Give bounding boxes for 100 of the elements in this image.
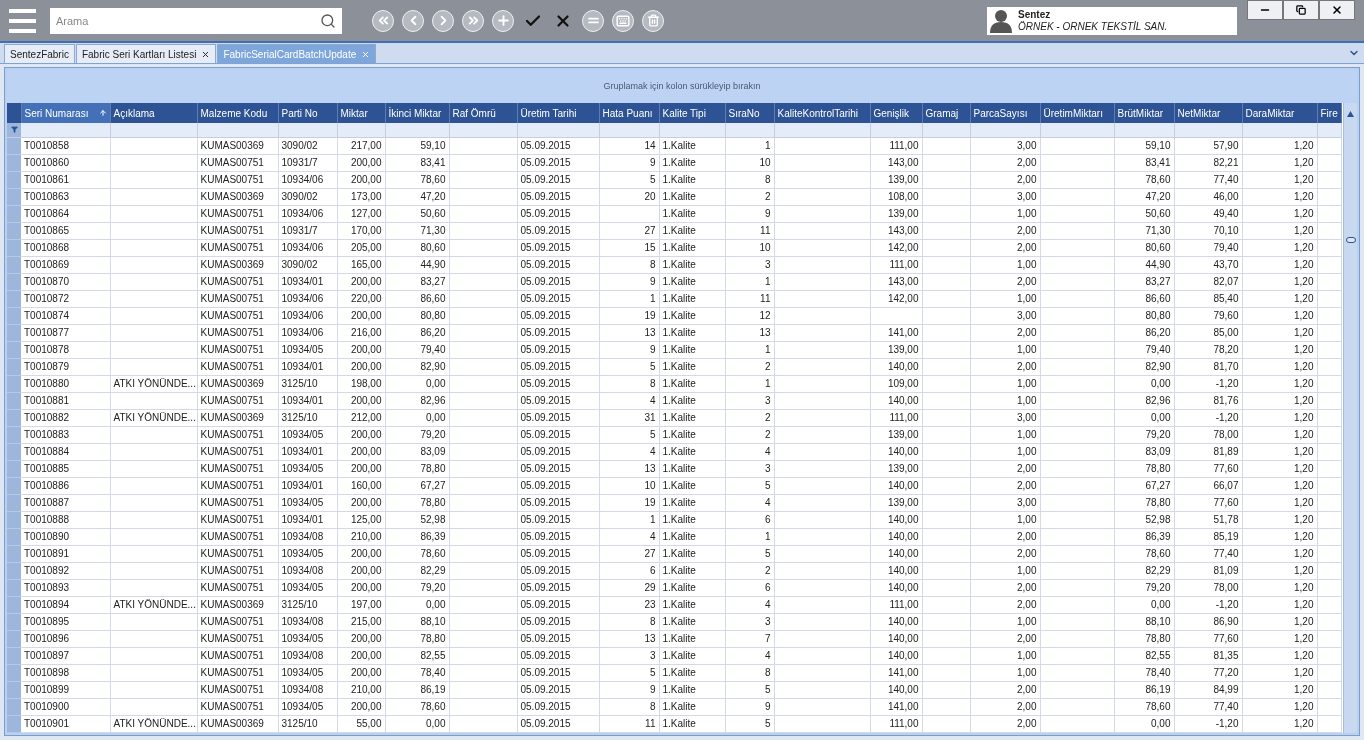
column-header[interactable]: SıraNo — [725, 103, 774, 123]
table-cell: 50,60 — [1145, 208, 1171, 219]
column-header[interactable]: BrütMiktar — [1114, 103, 1174, 123]
table-cell: 140,00 — [887, 531, 919, 542]
table-cell: 9 — [649, 684, 656, 695]
table-cell: 79,60 — [1213, 310, 1239, 321]
column-header[interactable]: Raf Ömrü — [449, 103, 517, 123]
user-silhouette-icon — [990, 8, 1012, 33]
table-cell: 3 — [764, 463, 771, 474]
column-header[interactable]: Miktar — [337, 103, 385, 123]
table-cell: KUMAS00751 — [200, 531, 264, 542]
vertical-scrollbar[interactable] — [1343, 103, 1357, 733]
search-field[interactable]: Arama — [50, 7, 342, 34]
table-cell: 19 — [644, 497, 656, 508]
column-header[interactable]: Kalite Tipi — [659, 103, 725, 123]
table-cell: 2,00 — [1017, 599, 1037, 610]
tab[interactable]: Fabric Seri Kartları Listesi — [75, 44, 217, 63]
table-cell: 27 — [644, 225, 656, 236]
table-cell: 1,20 — [1294, 446, 1314, 457]
table-cell: 05.09.2015 — [520, 633, 571, 644]
column-header[interactable]: Seri Numarası — [21, 103, 110, 123]
column-header[interactable]: DaraMiktar — [1242, 103, 1317, 123]
previous-button[interactable] — [402, 9, 424, 32]
table-cell: 200,00 — [350, 157, 382, 168]
table-cell: 85,19 — [1213, 531, 1239, 542]
table-cell: 10934/08 — [281, 531, 324, 542]
table-cell: 1 — [649, 514, 656, 525]
search-icon[interactable] — [320, 12, 336, 29]
next-button[interactable] — [432, 9, 454, 32]
trash-button[interactable] — [642, 9, 664, 32]
table-cell: 2 — [764, 429, 771, 440]
table-cell: 140,00 — [887, 684, 919, 695]
table-cell: T0010860 — [24, 157, 70, 168]
column-header[interactable]: Üretim Tarihi — [517, 103, 599, 123]
table-cell: 1.Kalite — [662, 327, 696, 338]
keyboard-button[interactable] — [612, 9, 634, 32]
table-cell: 80,60 — [420, 242, 446, 253]
table-cell: 1 — [764, 140, 771, 151]
table-cell: KUMAS00369 — [200, 259, 264, 270]
close-button[interactable] — [1319, 0, 1355, 20]
first-button[interactable] — [372, 9, 394, 32]
column-header[interactable]: Hata Puanı — [599, 103, 659, 123]
table-cell: 05.09.2015 — [520, 412, 571, 423]
table-cell: 78,20 — [1213, 344, 1239, 355]
table-cell: 1.Kalite — [662, 174, 696, 185]
table-cell: 10934/05 — [281, 497, 324, 508]
table-cell: 1.Kalite — [662, 514, 696, 525]
menu-button[interactable] — [9, 8, 36, 33]
add-button[interactable] — [492, 9, 514, 32]
column-header[interactable]: ÜretimMiktarı — [1040, 103, 1114, 123]
table-cell: 200,00 — [350, 463, 382, 474]
column-header[interactable]: ParcaSayısı — [970, 103, 1040, 123]
column-header[interactable]: Gramaj — [922, 103, 970, 123]
table-cell: 8 — [764, 667, 771, 678]
column-header[interactable]: Parti No — [278, 103, 337, 123]
table-cell: 78,60 — [1145, 701, 1171, 712]
table-cell: 1.Kalite — [662, 157, 696, 168]
last-button[interactable] — [462, 9, 484, 32]
table-cell: 1.Kalite — [662, 446, 696, 457]
table-cell: 86,20 — [1145, 327, 1171, 338]
restore-button[interactable] — [1283, 0, 1319, 20]
list-button[interactable] — [582, 9, 604, 32]
table-cell: 1.Kalite — [662, 650, 696, 661]
table-cell: 05.09.2015 — [520, 514, 571, 525]
column-header[interactable]: Genişlik — [870, 103, 922, 123]
column-header[interactable]: Malzeme Kodu — [197, 103, 278, 123]
column-header[interactable]: Açıklama — [110, 103, 197, 123]
table-cell: 1,20 — [1294, 650, 1314, 661]
table-cell: KUMAS00369 — [200, 140, 264, 151]
tab[interactable]: SentezFabric — [4, 44, 75, 63]
table-cell: 2,00 — [1017, 174, 1037, 185]
filter-icon[interactable] — [10, 126, 18, 134]
table-cell: 14 — [644, 140, 656, 151]
table-cell: 1,20 — [1294, 378, 1314, 389]
table-cell: 210,00 — [350, 531, 382, 542]
scroll-thumb[interactable] — [1345, 237, 1356, 243]
table-cell: 111,00 — [889, 718, 919, 729]
table-cell: T0010887 — [24, 497, 70, 508]
table-cell: 81,89 — [1213, 446, 1239, 457]
table-cell: 8 — [649, 616, 656, 627]
table-cell: 05.09.2015 — [520, 327, 571, 338]
minimize-button[interactable] — [1247, 0, 1283, 20]
tab-close-icon[interactable] — [201, 49, 211, 59]
column-header[interactable]: NetMiktar — [1174, 103, 1242, 123]
column-header[interactable]: Fire — [1317, 103, 1341, 123]
table-cell: 3 — [649, 650, 656, 661]
table-cell: T0010884 — [24, 446, 70, 457]
table-cell: 1.Kalite — [662, 310, 696, 321]
table-cell: 05.09.2015 — [520, 225, 571, 236]
table-cell: 1,00 — [1017, 667, 1037, 678]
column-header[interactable]: KaliteKontrolTarihi — [774, 103, 870, 123]
table-cell: 05.09.2015 — [520, 174, 571, 185]
table-cell: KUMAS00369 — [200, 191, 264, 202]
table-cell: 140,00 — [887, 565, 919, 576]
table-cell: 15 — [644, 242, 656, 253]
column-header[interactable]: İkinci Miktar — [385, 103, 449, 123]
scroll-up-icon[interactable] — [1347, 111, 1354, 117]
table-cell: 80,80 — [420, 310, 446, 321]
table-cell: 77,60 — [1213, 463, 1239, 474]
table-cell: 3090/02 — [281, 191, 318, 202]
